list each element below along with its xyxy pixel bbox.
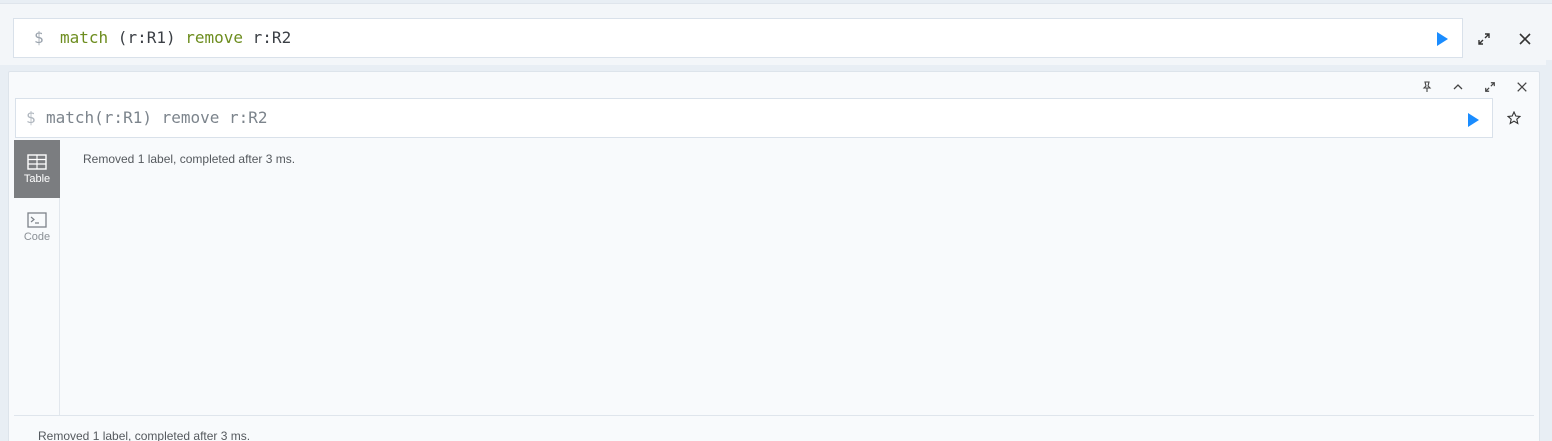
collapse-frame-button[interactable] [1447,76,1469,98]
play-icon [1468,113,1479,127]
collapse-icon [1453,84,1463,90]
frame-run-button[interactable] [1463,110,1483,130]
frame-prompt: $ [26,108,36,127]
main-editor-bar: $ match (r:R1) remove r:R2 [0,3,1552,65]
play-icon [1437,32,1448,46]
query-keyword-match: match [60,28,109,47]
result-view-tabs: Table Code [14,140,60,415]
favorite-button[interactable] [1503,107,1525,129]
status-message: Removed 1 label, completed after 3 ms. [38,429,251,441]
tab-code-label: Code [23,230,51,243]
close-frame-button[interactable] [1511,76,1533,98]
fullscreen-frame-button[interactable] [1479,76,1501,98]
table-icon [27,153,47,170]
editor-query[interactable]: match (r:R1) remove r:R2 [60,28,291,47]
query-text-2: r:R2 [243,28,292,47]
close-icon [1517,82,1527,92]
result-message: Removed 1 label, completed after 3 ms. [83,152,296,166]
result-frame: $ match(r:R1) remove r:R2 Table Code Rem… [8,71,1540,441]
tab-table-label: Table [23,172,51,185]
tab-table[interactable]: Table [14,140,60,198]
page-scrollbar[interactable] [1546,60,1552,441]
pin-icon [1422,81,1432,92]
fullscreen-editor-button[interactable] [1473,28,1495,50]
pin-frame-button[interactable] [1416,76,1438,98]
editor-prompt: $ [34,28,44,47]
frame-query-editor[interactable]: $ match(r:R1) remove r:R2 [15,98,1493,138]
run-query-button[interactable] [1432,29,1452,49]
terminal-icon [27,211,47,228]
query-text-1: (r:R1) [108,28,186,47]
clear-editor-button[interactable] [1514,28,1536,50]
query-keyword-remove: remove [185,28,244,47]
main-editor[interactable]: $ match (r:R1) remove r:R2 [13,18,1463,58]
expand-icon [1478,33,1490,45]
star-icon [1507,111,1521,125]
frame-status-bar: Removed 1 label, completed after 3 ms. [14,415,1534,441]
frame-query-text[interactable]: match(r:R1) remove r:R2 [46,108,268,127]
fullscreen-icon [1485,82,1495,92]
tab-code[interactable]: Code [14,198,60,256]
close-icon [1519,33,1531,45]
